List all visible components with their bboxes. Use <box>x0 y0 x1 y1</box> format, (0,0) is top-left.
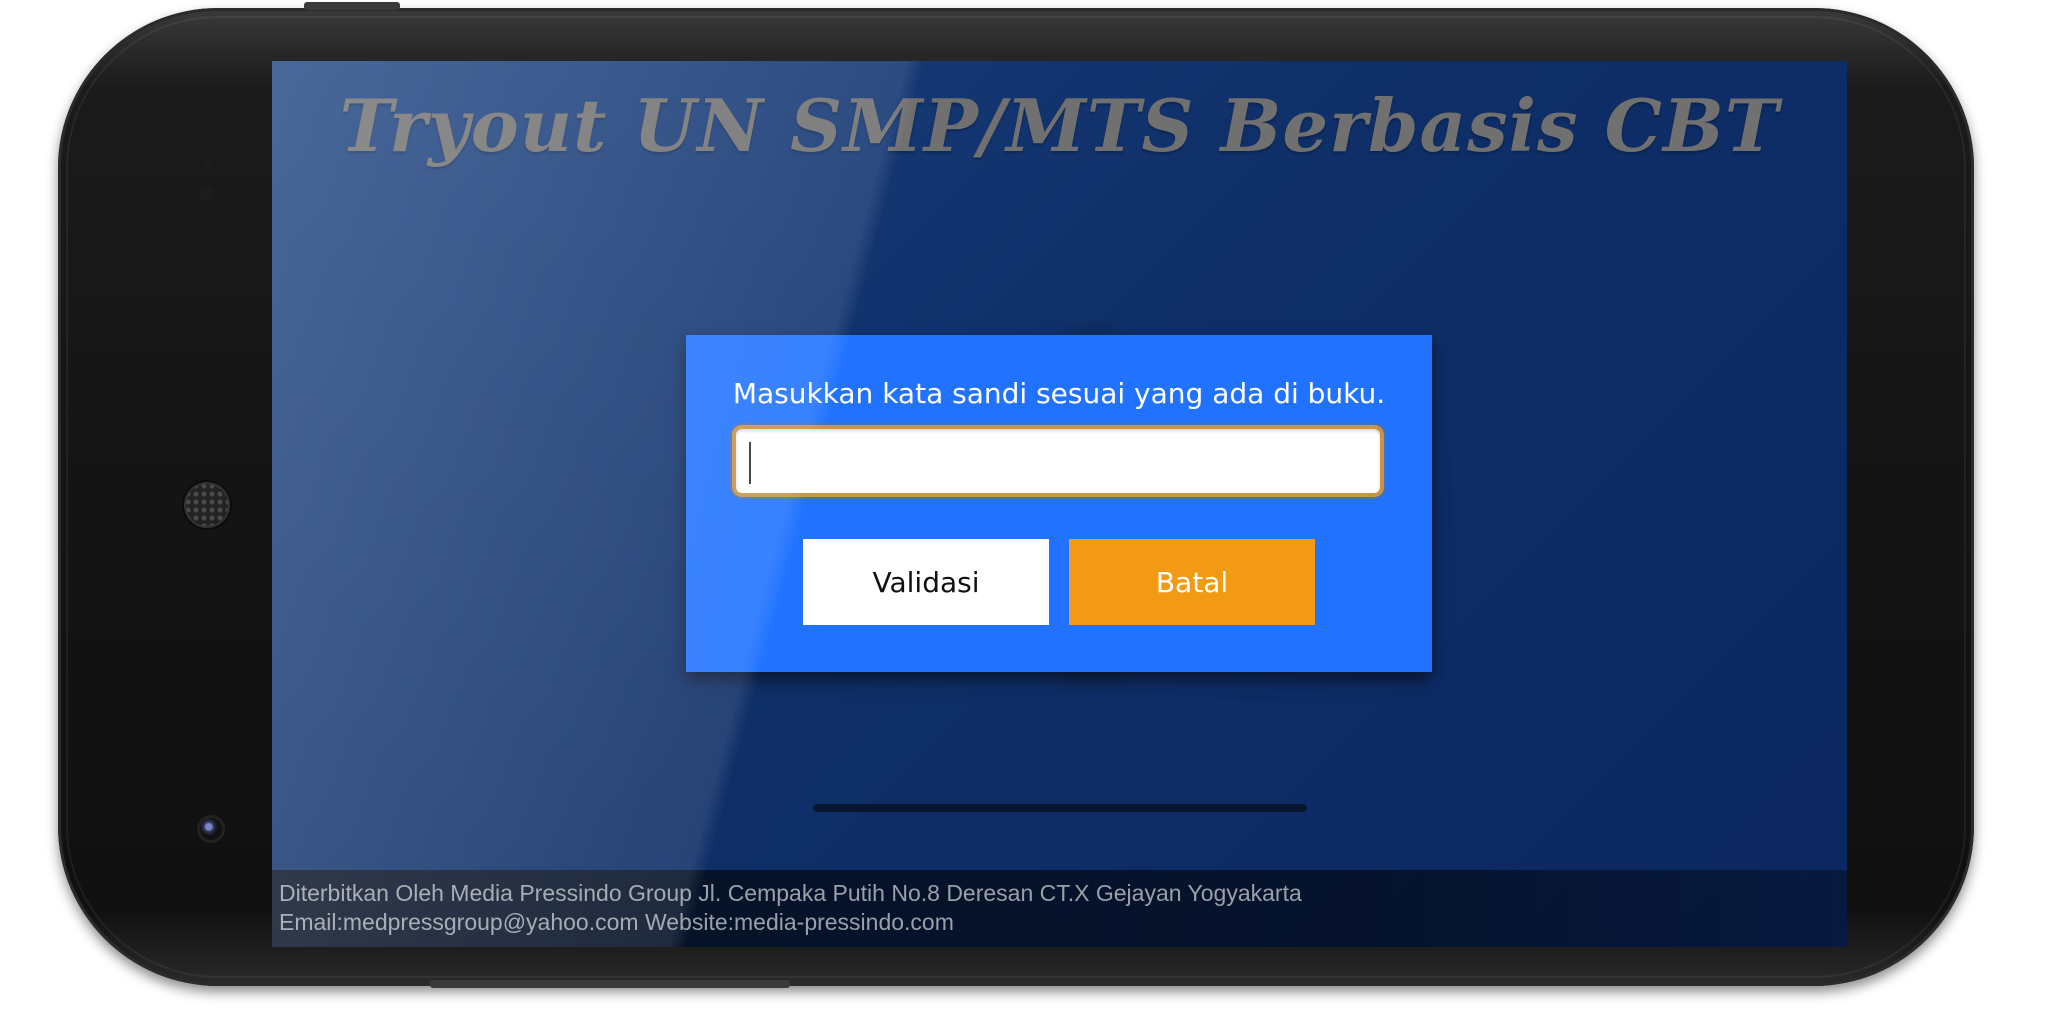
validate-button[interactable]: Validasi <box>803 539 1049 625</box>
phone-frame: Tryout UN SMP/MTS Berbasis CBT Masukkan … <box>58 2 1974 988</box>
light-sensor <box>199 186 215 202</box>
app-logo-background <box>997 321 1187 691</box>
app-title: Tryout UN SMP/MTS Berbasis CBT <box>339 83 1780 168</box>
speaker-grille <box>184 482 230 528</box>
cancel-button[interactable]: Batal <box>1069 539 1315 625</box>
dialog-message: Masukkan kata sandi sesuai yang ada di b… <box>732 377 1386 410</box>
screen-glare <box>272 61 1847 947</box>
proximity-sensor <box>202 160 212 170</box>
app-screen: Tryout UN SMP/MTS Berbasis CBT Masukkan … <box>272 61 1847 947</box>
publisher-address: Diterbitkan Oleh Media Pressindo Group J… <box>279 880 1302 906</box>
camera-icon <box>200 818 222 840</box>
volume-button <box>430 980 790 988</box>
loading-progress-track <box>813 804 1307 812</box>
power-button <box>304 2 400 10</box>
publisher-contact: Email:medpressgroup@yahoo.com Website:me… <box>279 909 954 935</box>
publisher-footer: Diterbitkan Oleh Media Pressindo Group J… <box>272 870 1847 947</box>
password-dialog: Masukkan kata sandi sesuai yang ada di b… <box>686 335 1432 672</box>
text-cursor <box>749 442 751 484</box>
password-input[interactable] <box>732 425 1384 497</box>
